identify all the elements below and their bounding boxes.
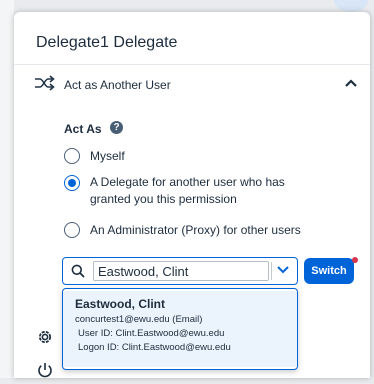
search-icon — [71, 264, 85, 283]
user-search-combobox[interactable]: Eastwood, Clint — [62, 257, 298, 285]
option-myself-label: Myself — [90, 149, 125, 163]
radio-myself[interactable] — [64, 148, 80, 164]
gear-icon[interactable] — [36, 328, 54, 351]
act-as-another-user-toggle[interactable]: Act as Another User — [34, 74, 358, 96]
suggestion-user-id: User ID: Clint.Eastwood@ewu.edu — [78, 328, 225, 339]
option-delegate-line1: A Delegate for another user who has — [90, 175, 285, 189]
background-page — [0, 0, 14, 378]
suggestion-email: concurtest1@ewu.edu (Email) — [75, 314, 203, 325]
switch-button[interactable]: Switch — [304, 258, 354, 284]
suggestion-item[interactable]: Eastwood, Clint concurtest1@ewu.edu (Ema… — [63, 291, 297, 367]
user-search-input[interactable]: Eastwood, Clint — [93, 261, 269, 281]
option-delegate-label: A Delegate for another user who has gran… — [90, 174, 285, 208]
user-name-heading: Delegate1 Delegate — [36, 34, 178, 51]
option-administrator-label: An Administrator (Proxy) for other users — [90, 223, 301, 237]
radio-delegate[interactable] — [64, 175, 80, 191]
suggestion-name: Eastwood, Clint — [75, 297, 165, 311]
act-as-label: Act As — [64, 122, 102, 136]
help-icon[interactable]: ? — [110, 121, 123, 134]
divider — [271, 262, 272, 280]
radio-administrator[interactable] — [64, 222, 80, 238]
user-suggestion-list: Eastwood, Clint concurtest1@ewu.edu (Ema… — [62, 288, 298, 370]
chevron-up-icon[interactable] — [344, 76, 358, 94]
profile-menu-panel: Delegate1 Delegate Act as Another User A… — [14, 12, 370, 378]
suggestion-logon-id: Logon ID: Clint.Eastwood@ewu.edu — [78, 342, 231, 353]
chevron-down-icon[interactable] — [275, 263, 291, 282]
divider — [14, 64, 370, 65]
alert-dot — [352, 257, 358, 263]
act-as-another-user-label: Act as Another User — [64, 78, 171, 92]
option-delegate-line2: granted you this permission — [90, 192, 237, 206]
shuffle-icon — [34, 74, 56, 97]
power-icon[interactable] — [36, 361, 54, 384]
background-avatar — [334, 0, 368, 12]
